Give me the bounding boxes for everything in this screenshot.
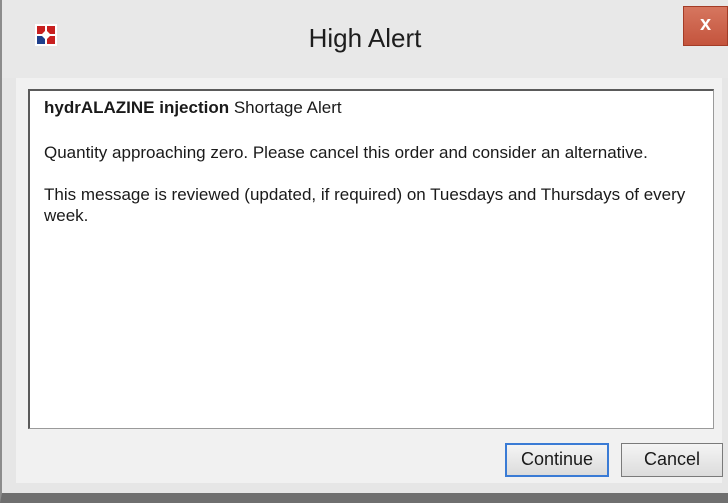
message-line-2: This message is reviewed (updated, if re… xyxy=(44,185,686,225)
close-button[interactable]: x xyxy=(683,6,728,46)
continue-button[interactable]: Continue xyxy=(505,443,609,477)
alert-heading: hydrALAZINE injection Shortage Alert xyxy=(44,97,699,118)
alert-dialog: High Alert x hydrALAZINE injection Short… xyxy=(0,0,728,503)
cancel-button[interactable]: Cancel xyxy=(621,443,723,477)
drug-name: hydrALAZINE injection xyxy=(44,98,230,117)
message-line-1: Quantity approaching zero. Please cancel… xyxy=(44,143,648,162)
alert-type: Shortage Alert xyxy=(229,98,342,117)
title-bar[interactable]: High Alert x xyxy=(2,0,728,78)
message-text-area[interactable]: hydrALAZINE injection Shortage Alert Qua… xyxy=(28,89,714,429)
dialog-title: High Alert xyxy=(308,23,422,53)
